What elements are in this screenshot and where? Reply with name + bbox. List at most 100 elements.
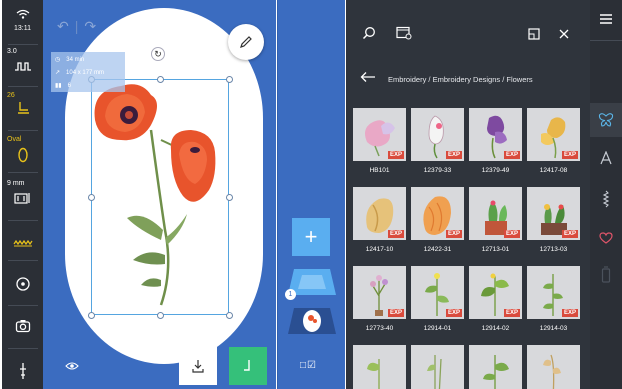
- exp-badge: EXP: [503, 309, 520, 317]
- camera-button[interactable]: [2, 319, 43, 338]
- selection-box[interactable]: [91, 79, 229, 315]
- search-button[interactable]: [362, 26, 376, 45]
- stitch-length-button[interactable]: [2, 60, 43, 79]
- embroidery-designs-tab[interactable]: [590, 112, 622, 133]
- needle-settings-button[interactable]: [2, 191, 43, 210]
- window-size-button[interactable]: [528, 27, 540, 45]
- zigzag-stitch-icon: [13, 239, 32, 247]
- resize-handle[interactable]: [88, 194, 95, 201]
- add-design-button[interactable]: +: [292, 218, 330, 256]
- presser-foot-icon: [17, 102, 29, 114]
- design-tile[interactable]: EXP: [353, 187, 406, 240]
- design-thumbnail: [427, 355, 442, 389]
- design-tile-label: 12914-03: [539, 325, 568, 332]
- stitch-out-icon: [244, 360, 250, 371]
- window-resize-icon: [528, 28, 540, 40]
- design-library-panel: Embroidery / Embroidery Designs / Flower…: [346, 0, 590, 389]
- exp-badge: EXP: [387, 309, 404, 317]
- presser-foot-button[interactable]: [2, 101, 43, 120]
- exp-badge: EXP: [387, 151, 404, 159]
- import-button[interactable]: [179, 347, 217, 385]
- design-tile[interactable]: EXP: [353, 108, 406, 161]
- layers-panel: + 1 □☑: [277, 0, 345, 389]
- oval-hoop-icon: [17, 147, 28, 163]
- exp-badge: EXP: [445, 309, 462, 317]
- menu-button[interactable]: [590, 12, 622, 30]
- needle-threader-button[interactable]: [2, 362, 43, 385]
- design-tile-label: 12713-01: [481, 246, 510, 253]
- design-tile[interactable]: EXP: [469, 108, 522, 161]
- design-tile[interactable]: [411, 345, 464, 389]
- design-tile-label: 12417-10: [365, 246, 394, 253]
- multi-select-toggle[interactable]: □☑: [300, 360, 317, 371]
- design-tile[interactable]: EXP: [527, 266, 580, 319]
- design-tile[interactable]: [353, 345, 406, 389]
- stitch-type-button[interactable]: [2, 234, 43, 252]
- right-nav-rail: [590, 0, 622, 389]
- lettering-tab[interactable]: [590, 150, 622, 170]
- needle-plate-icon: [13, 193, 30, 204]
- history-controls: ↶ | ↷: [57, 18, 96, 35]
- design-tile[interactable]: EXP: [469, 266, 522, 319]
- embroidery-canvas[interactable]: ↶ | ↷ ↻ ◷ 34 min ↗ 104 x 177 mm ▮▮ 6: [43, 0, 276, 389]
- design-tile[interactable]: [527, 345, 580, 389]
- stitch-icon: [602, 190, 610, 208]
- resize-handle[interactable]: [88, 312, 95, 319]
- start-stitch-button[interactable]: [229, 347, 267, 385]
- heart-icon: [599, 232, 613, 244]
- font-icon: [600, 150, 612, 165]
- rotate-handle[interactable]: ↻: [151, 47, 165, 61]
- back-button[interactable]: [360, 70, 376, 88]
- favorites-tab[interactable]: [590, 231, 622, 249]
- undo-icon[interactable]: ↶: [57, 18, 69, 35]
- redo-icon[interactable]: ↷: [84, 18, 96, 35]
- resize-handle[interactable]: [226, 194, 233, 201]
- resize-handle[interactable]: [226, 312, 233, 319]
- breadcrumb: Embroidery / Embroidery Designs / Flower…: [388, 75, 533, 84]
- color-bars-icon: ▮▮: [55, 83, 62, 89]
- thread-tab[interactable]: [590, 266, 622, 289]
- design-tile[interactable]: EXP: [527, 187, 580, 240]
- divider: [8, 260, 38, 261]
- stitch-length-value: 3.0: [7, 48, 17, 55]
- design-tile[interactable]: EXP: [353, 266, 406, 319]
- divider: [8, 86, 38, 87]
- wifi-status: 13:11: [2, 6, 43, 32]
- design-tile-label: 12379-49: [481, 167, 510, 174]
- layer-thumbnail-design[interactable]: [288, 306, 336, 336]
- design-tile[interactable]: EXP: [411, 266, 464, 319]
- design-tile-label: 12713-03: [539, 246, 568, 253]
- stitches-tab[interactable]: [590, 190, 622, 213]
- info-row-colors: ▮▮ 6: [55, 82, 71, 90]
- select-box-icon: □☑: [300, 360, 318, 371]
- design-tile[interactable]: EXP: [411, 108, 464, 161]
- divider: [8, 305, 38, 306]
- folder-view-icon: [396, 26, 412, 40]
- exp-badge: EXP: [445, 230, 462, 238]
- butterfly-icon: [598, 113, 614, 127]
- info-row-time: ◷ 34 min: [55, 56, 84, 64]
- design-tile-label: 12417-08: [539, 167, 568, 174]
- edit-button[interactable]: [228, 24, 264, 60]
- arrow-left-icon: [360, 72, 375, 82]
- design-tile[interactable]: EXP: [469, 187, 522, 240]
- camera-icon: [15, 320, 30, 333]
- design-thumbnail: [367, 359, 380, 389]
- design-tile[interactable]: EXP: [411, 187, 464, 240]
- preview-toggle[interactable]: [65, 358, 79, 376]
- resize-handle[interactable]: [157, 76, 164, 83]
- close-button[interactable]: [558, 27, 570, 45]
- resize-handle[interactable]: [226, 76, 233, 83]
- design-thumbnail: [543, 354, 561, 389]
- bobbin-button[interactable]: [2, 276, 43, 297]
- hoop-select-button[interactable]: [2, 147, 43, 168]
- resize-handle[interactable]: [157, 312, 164, 319]
- hoop-shape-label: Oval: [7, 136, 22, 143]
- design-tile[interactable]: EXP: [527, 108, 580, 161]
- design-tile-label: 12914-02: [481, 325, 510, 332]
- design-tile[interactable]: [469, 345, 522, 389]
- wifi-icon: [16, 9, 29, 19]
- left-toolbar: 13:11 3.0 26 Oval 9 mm: [2, 0, 43, 389]
- stitch-pattern-icon: [14, 62, 31, 71]
- preview-folder-button[interactable]: [396, 26, 412, 45]
